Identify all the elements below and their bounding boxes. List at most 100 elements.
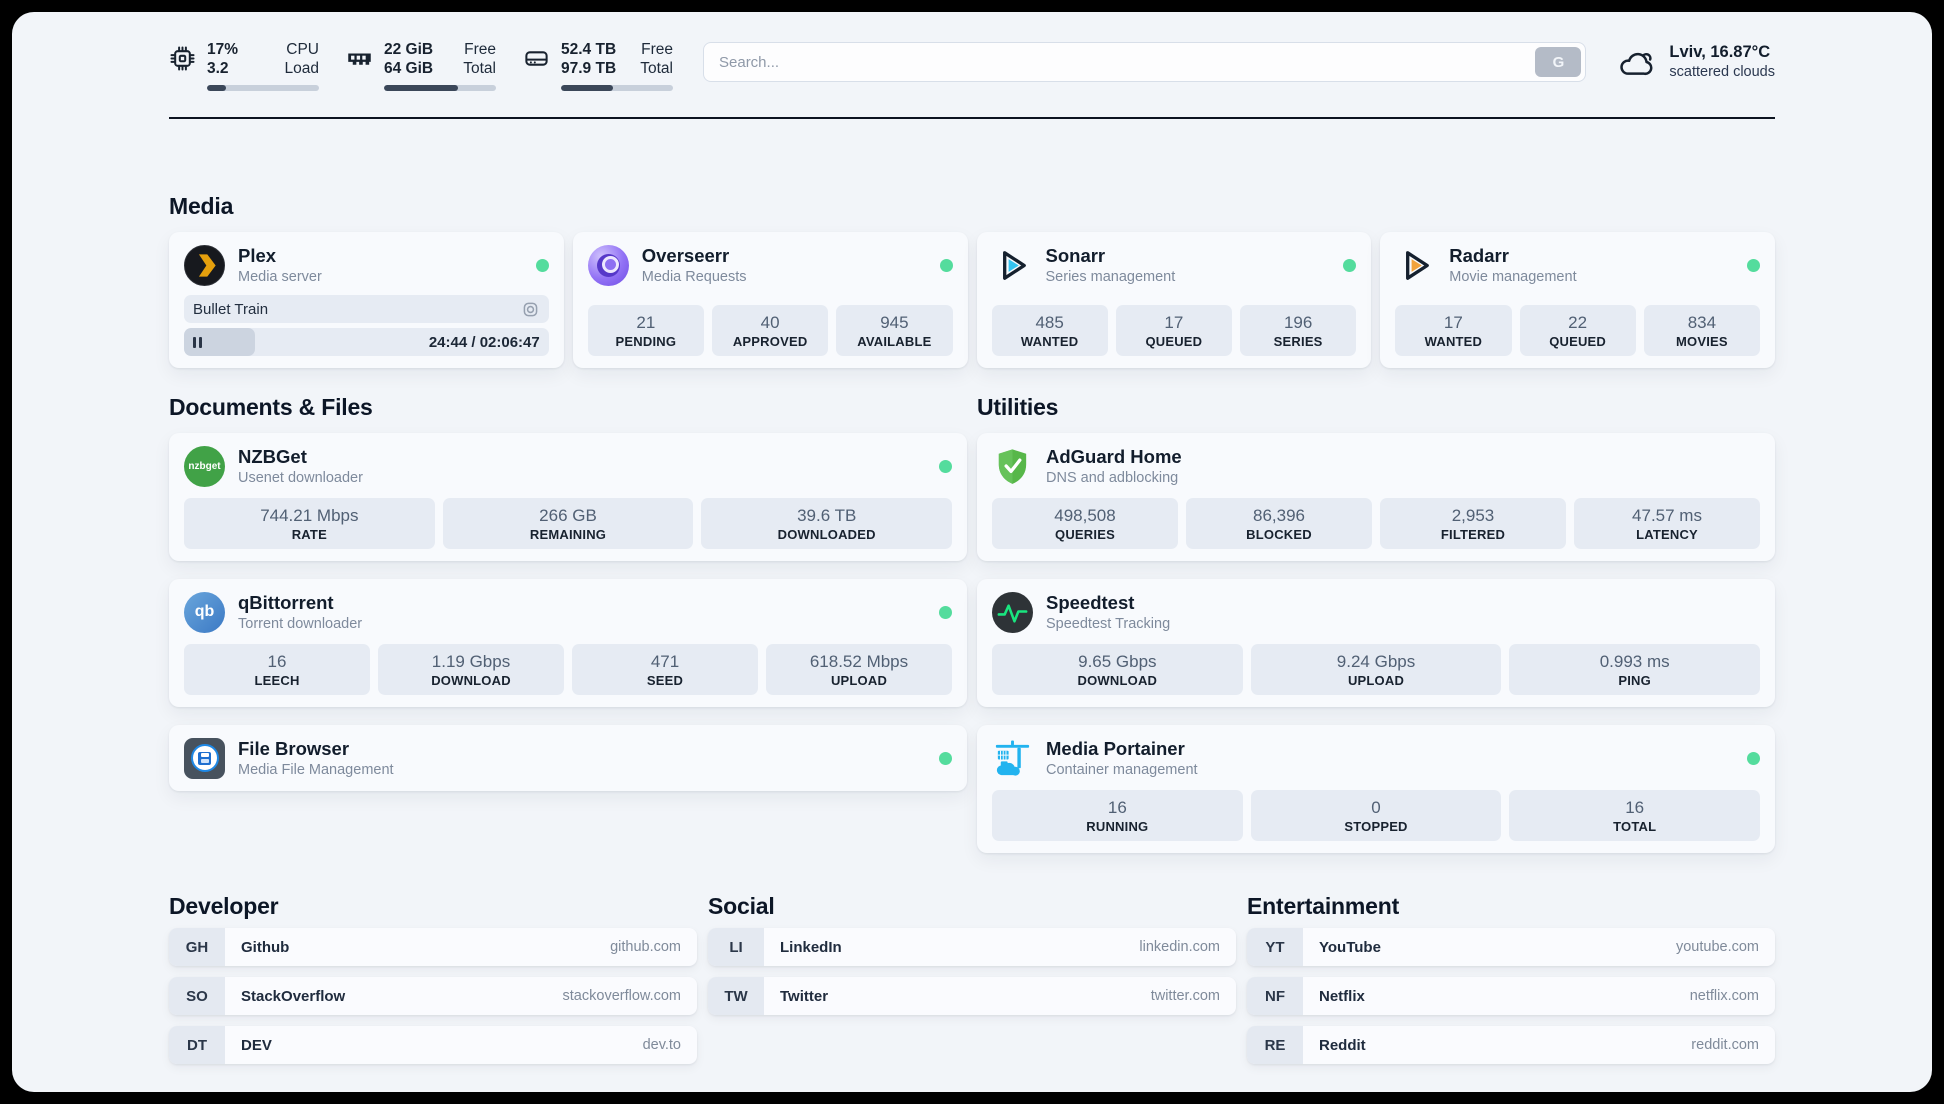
stat-label: APPROVED bbox=[732, 334, 808, 349]
memory-progress-bar bbox=[384, 85, 496, 91]
cpu-progress-bar bbox=[207, 85, 319, 91]
memory-total-value: 64 GiB bbox=[384, 60, 434, 77]
stat-box: 9.65 Gbps DOWNLOAD bbox=[992, 644, 1243, 695]
link-abbr: DT bbox=[169, 1026, 225, 1064]
portainer-icon bbox=[992, 738, 1033, 779]
stat-box: 485 WANTED bbox=[991, 305, 1108, 356]
app-card-sonarr[interactable]: Sonarr Series management 485 WANTED 17 Q… bbox=[976, 232, 1372, 368]
stat-value: 0 bbox=[1371, 798, 1381, 817]
app-card-portainer[interactable]: Media Portainer Container management 16 … bbox=[977, 725, 1775, 853]
app-card-plex[interactable]: Plex Media server Bullet Train 24:44 / 0… bbox=[169, 232, 564, 368]
section-title-documents: Documents & Files bbox=[169, 394, 373, 420]
search-engine-button[interactable]: G bbox=[1535, 47, 1582, 77]
stat-box: 86,396 BLOCKED bbox=[1186, 498, 1372, 549]
stat-label: FILTERED bbox=[1440, 527, 1506, 542]
stat-value: 485 bbox=[1035, 313, 1064, 332]
stat-label: QUEUED bbox=[1145, 334, 1203, 349]
status-dot bbox=[1747, 751, 1760, 765]
app-card-adguard[interactable]: AdGuard Home DNS and adblocking 498,508 … bbox=[977, 433, 1775, 561]
stat-box: 22 QUEUED bbox=[1519, 305, 1636, 356]
link-row-youtube[interactable]: YT YouTube youtube.com bbox=[1247, 928, 1775, 966]
app-description: Media server bbox=[238, 269, 322, 285]
app-name: File Browser bbox=[238, 738, 350, 759]
stat-box: 196 SERIES bbox=[1240, 305, 1357, 356]
status-dot bbox=[939, 258, 953, 272]
app-name: Sonarr bbox=[1045, 245, 1106, 266]
link-row-linkedin[interactable]: LI LinkedIn linkedin.com bbox=[708, 928, 1236, 966]
link-row-reddit[interactable]: RE Reddit reddit.com bbox=[1247, 1026, 1775, 1064]
link-abbr: TW bbox=[708, 977, 764, 1015]
hard-drive-icon bbox=[523, 45, 550, 72]
stat-label: STOPPED bbox=[1344, 819, 1408, 834]
disk-total-value: 97.9 TB bbox=[561, 60, 617, 77]
search-bar: G bbox=[703, 42, 1587, 82]
stat-box: 40 APPROVED bbox=[712, 305, 829, 356]
link-label: LinkedIn bbox=[780, 938, 842, 956]
dashboard-page: 17% 3.2 CPU Load 22 GiB 64 GiB Free Tota… bbox=[12, 12, 1932, 1092]
status-dot bbox=[535, 258, 549, 272]
app-description: Torrent downloader bbox=[238, 616, 363, 632]
stat-value: 40 bbox=[760, 313, 780, 332]
app-name: Plex bbox=[238, 245, 277, 266]
stat-box: 618.52 Mbps UPLOAD bbox=[766, 644, 952, 695]
link-abbr: RE bbox=[1247, 1026, 1303, 1064]
memory-free-value: 22 GiB bbox=[384, 41, 434, 58]
link-row-netflix[interactable]: NF Netflix netflix.com bbox=[1247, 977, 1775, 1015]
stat-value: 834 bbox=[1687, 313, 1717, 332]
stat-label: BLOCKED bbox=[1246, 527, 1312, 542]
disk-free-value: 52.4 TB bbox=[561, 41, 617, 58]
stat-value: 1.19 Gbps bbox=[431, 652, 511, 671]
header-divider bbox=[169, 117, 1775, 119]
cpu-usage-value: 17% bbox=[207, 41, 239, 58]
app-card-speedtest[interactable]: Speedtest Speedtest Tracking 9.65 Gbps D… bbox=[977, 579, 1775, 707]
link-row-dev[interactable]: DT DEV dev.to bbox=[169, 1026, 697, 1064]
app-card-qbittorrent[interactable]: qb qBittorrent Torrent downloader 16 LEE… bbox=[169, 579, 967, 707]
stat-label: UPLOAD bbox=[830, 673, 888, 688]
link-row-github[interactable]: GH Github github.com bbox=[169, 928, 697, 966]
stat-label: DOWNLOAD bbox=[1077, 673, 1158, 688]
app-description: Media File Management bbox=[238, 762, 394, 778]
app-name: Speedtest bbox=[1046, 592, 1135, 613]
stat-value: 16 bbox=[1625, 798, 1645, 817]
link-url: dev.to bbox=[642, 1037, 681, 1053]
link-label: Netflix bbox=[1319, 987, 1365, 1005]
link-row-stackoverflow[interactable]: SO StackOverflow stackoverflow.com bbox=[169, 977, 697, 1015]
cloud-icon bbox=[1616, 42, 1656, 82]
app-card-nzbget[interactable]: nzbget NZBGet Usenet downloader 744.21 M… bbox=[169, 433, 967, 561]
adguard-icon bbox=[992, 446, 1033, 487]
stat-label: DOWNLOADED bbox=[777, 527, 876, 542]
app-name: Radarr bbox=[1449, 245, 1509, 266]
system-stats: 17% 3.2 CPU Load 22 GiB 64 GiB Free Tota… bbox=[169, 40, 673, 91]
stat-value: 47.57 ms bbox=[1632, 506, 1702, 525]
playback-time: 24:44 / 02:06:47 bbox=[428, 333, 540, 351]
stat-box: 16 RUNNING bbox=[992, 790, 1243, 841]
link-url: netflix.com bbox=[1689, 988, 1759, 1004]
stat-box: 39.6 TB DOWNLOADED bbox=[701, 498, 953, 549]
stat-value: 16 bbox=[267, 652, 287, 671]
memory-widget: 22 GiB 64 GiB Free Total bbox=[346, 40, 496, 91]
app-card-radarr[interactable]: Radarr Movie management 17 WANTED 22 QUE… bbox=[1380, 232, 1775, 368]
app-name: qBittorrent bbox=[238, 592, 334, 613]
now-playing-row: Bullet Train bbox=[184, 295, 549, 323]
stat-value: 2,953 bbox=[1451, 506, 1495, 525]
link-url: twitter.com bbox=[1150, 988, 1220, 1004]
link-row-twitter[interactable]: TW Twitter twitter.com bbox=[708, 977, 1236, 1015]
stat-value: 0.993 ms bbox=[1599, 652, 1670, 671]
app-card-overseerr[interactable]: Overseerr Media Requests 21 PENDING 40 A… bbox=[572, 232, 968, 368]
stat-value: 22 bbox=[1568, 313, 1588, 332]
stat-value: 266 GB bbox=[539, 506, 597, 525]
stat-box: 0.993 ms PING bbox=[1509, 644, 1761, 695]
search-input[interactable] bbox=[703, 42, 1587, 82]
app-name: AdGuard Home bbox=[1046, 446, 1182, 467]
app-card-filebrowser[interactable]: File Browser Media File Management bbox=[169, 725, 967, 791]
stat-box: 945 AVAILABLE bbox=[836, 305, 953, 356]
stat-value: 17 bbox=[1164, 313, 1184, 332]
status-dot bbox=[939, 459, 952, 473]
ram-icon bbox=[346, 45, 373, 72]
disk-widget: 52.4 TB 97.9 TB Free Total bbox=[523, 40, 673, 91]
stat-box: 17 WANTED bbox=[1395, 305, 1512, 356]
stat-box: 47.57 ms LATENCY bbox=[1574, 498, 1760, 549]
stat-box: 16 TOTAL bbox=[1509, 790, 1761, 841]
stat-value: 9.65 Gbps bbox=[1078, 652, 1157, 671]
app-description: Series management bbox=[1045, 269, 1176, 285]
